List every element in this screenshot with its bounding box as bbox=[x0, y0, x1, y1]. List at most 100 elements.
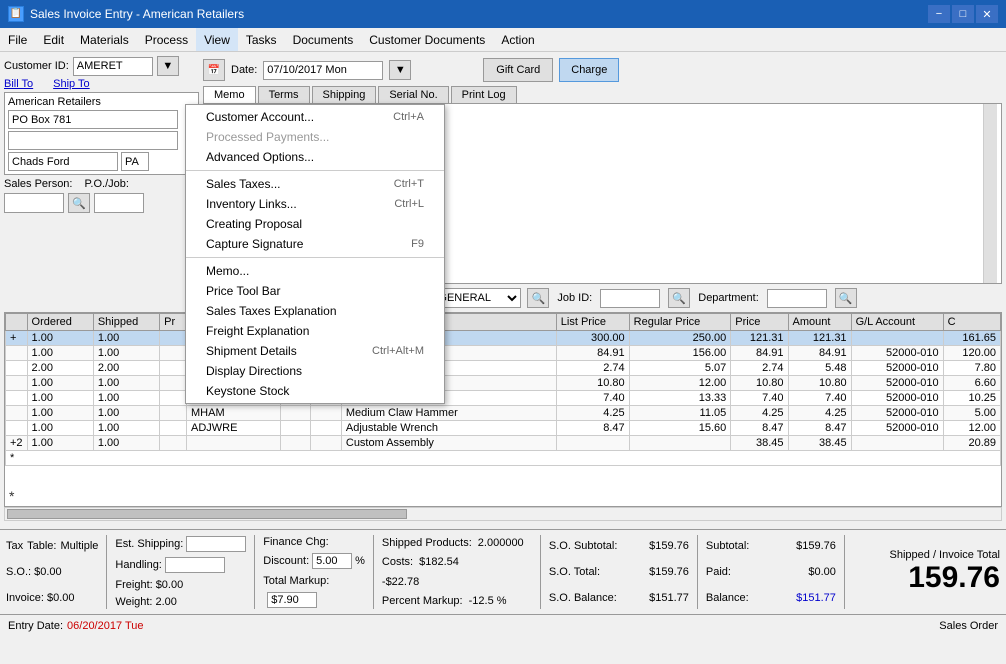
handling-input[interactable] bbox=[165, 557, 225, 573]
status-bar: Entry Date: 06/20/2017 Tue Sales Order bbox=[0, 614, 1006, 636]
menu-sales-taxes[interactable]: Sales Taxes... Ctrl+T bbox=[186, 174, 444, 194]
menu-customer-account[interactable]: Customer Account... Ctrl+A bbox=[186, 107, 444, 127]
table-cell bbox=[311, 436, 341, 451]
city-input[interactable] bbox=[8, 152, 118, 171]
department-input[interactable] bbox=[767, 289, 827, 308]
table-row[interactable]: 1.001.00LEVEL32.002.003' Level7.4013.337… bbox=[6, 391, 1001, 406]
menu-edit[interactable]: Edit bbox=[35, 28, 72, 51]
table-cell bbox=[160, 406, 187, 421]
menu-freight-explanation[interactable]: Freight Explanation bbox=[186, 321, 444, 341]
table-cell: 2.74 bbox=[731, 361, 788, 376]
menu-price-tool-bar[interactable]: Price Tool Bar bbox=[186, 281, 444, 301]
menu-action[interactable]: Action bbox=[493, 28, 542, 51]
main-content: Customer ID: ▼ Bill To Ship To American … bbox=[0, 52, 1006, 636]
col-amount[interactable]: Amount bbox=[788, 314, 851, 331]
department-lookup-button[interactable]: 🔍 bbox=[835, 288, 857, 308]
po-input[interactable] bbox=[94, 193, 144, 213]
bill-to-label[interactable]: Bill To bbox=[4, 78, 33, 90]
menu-materials[interactable]: Materials bbox=[72, 28, 137, 51]
table-cell: 1.00 bbox=[27, 376, 93, 391]
table-cell: ADJWRE bbox=[187, 421, 281, 436]
scrollbar-thumb[interactable] bbox=[7, 509, 407, 519]
tab-shipping[interactable]: Shipping bbox=[312, 86, 377, 103]
menu-file[interactable]: File bbox=[0, 28, 35, 51]
close-button[interactable]: ✕ bbox=[976, 5, 998, 23]
table-cell: 52000-010 bbox=[851, 361, 943, 376]
date-picker-button[interactable]: ▼ bbox=[389, 60, 411, 80]
col-c[interactable]: C bbox=[943, 314, 1000, 331]
sales-person-lookup-button[interactable]: 🔍 bbox=[68, 193, 90, 213]
menu-memo[interactable]: Memo... bbox=[186, 261, 444, 281]
col-pr[interactable]: Pr bbox=[160, 314, 187, 331]
table-cell: 6.60 bbox=[943, 376, 1000, 391]
table-row[interactable]: +1.001.00TOOL...r & complete set300.0025… bbox=[6, 331, 1001, 346]
job-id-lookup-button[interactable]: 🔍 bbox=[668, 288, 690, 308]
tab-print-log[interactable]: Print Log bbox=[451, 86, 517, 103]
scrollbar-track[interactable] bbox=[983, 104, 997, 283]
percent-markup-value: -12.5 % bbox=[469, 595, 507, 607]
customer-id-input[interactable] bbox=[73, 57, 153, 76]
table-cell: 4.25 bbox=[731, 406, 788, 421]
minimize-button[interactable]: − bbox=[928, 5, 950, 23]
tab-memo[interactable]: Memo bbox=[203, 86, 256, 103]
table-row[interactable]: +21.001.00Custom Assembly38.4538.4520.89 bbox=[6, 436, 1001, 451]
col-regular-price[interactable]: Regular Price bbox=[629, 314, 731, 331]
table-cell bbox=[281, 421, 311, 436]
menu-view[interactable]: View bbox=[196, 28, 238, 51]
menu-advanced-options[interactable]: Advanced Options... bbox=[186, 147, 444, 167]
menu-display-directions[interactable]: Display Directions bbox=[186, 361, 444, 381]
address2-input[interactable] bbox=[8, 131, 178, 150]
date-input[interactable] bbox=[263, 61, 383, 80]
finance-chg-input[interactable] bbox=[267, 592, 317, 608]
table-row[interactable]: 1.001.00ADJWREAdjustable Wrench8.4715.60… bbox=[6, 421, 1001, 436]
table-cell: 1.00 bbox=[93, 421, 159, 436]
calendar-icon[interactable]: 📅 bbox=[203, 59, 225, 81]
menu-process[interactable]: Process bbox=[137, 28, 196, 51]
menu-sales-taxes-explanation[interactable]: Sales Taxes Explanation bbox=[186, 301, 444, 321]
table-row[interactable]: 1.001.00TBM/...x84.91156.0084.9184.91520… bbox=[6, 346, 1001, 361]
table-cell bbox=[187, 436, 281, 451]
table-row[interactable]: 1.001.00MHAMMedium Claw Hammer4.2511.054… bbox=[6, 406, 1001, 421]
warehouse-lookup-button[interactable]: 🔍 bbox=[527, 288, 549, 308]
window-controls: − □ ✕ bbox=[928, 5, 998, 23]
col-list-price[interactable]: List Price bbox=[556, 314, 629, 331]
address1-input[interactable] bbox=[8, 110, 178, 129]
menu-creating-proposal[interactable]: Creating Proposal bbox=[186, 214, 444, 234]
discount-label: Discount: bbox=[263, 555, 309, 567]
job-id-input[interactable] bbox=[600, 289, 660, 308]
table-cell: 7.80 bbox=[943, 361, 1000, 376]
maximize-button[interactable]: □ bbox=[952, 5, 974, 23]
ship-to-label[interactable]: Ship To bbox=[53, 78, 90, 90]
invoice-table-wrapper[interactable]: Ordered Shipped Pr Item Description List… bbox=[4, 312, 1002, 507]
table-cell bbox=[311, 406, 341, 421]
menu-customer-documents[interactable]: Customer Documents bbox=[361, 28, 493, 51]
est-shipping-input[interactable] bbox=[186, 536, 246, 552]
menu-documents[interactable]: Documents bbox=[285, 28, 362, 51]
tab-terms[interactable]: Terms bbox=[258, 86, 310, 103]
charge-button[interactable]: Charge bbox=[559, 58, 619, 82]
discount-percent: % bbox=[355, 555, 365, 567]
customer-lookup-button[interactable]: ▼ bbox=[157, 56, 179, 76]
sales-person-input[interactable] bbox=[4, 193, 64, 213]
gift-card-button[interactable]: Gift Card bbox=[483, 58, 553, 82]
table-cell: 7.40 bbox=[788, 391, 851, 406]
col-gl-account[interactable]: G/L Account bbox=[851, 314, 943, 331]
tab-serial-no[interactable]: Serial No. bbox=[378, 86, 448, 103]
col-price[interactable]: Price bbox=[731, 314, 788, 331]
table-new-row[interactable]: * bbox=[6, 451, 1001, 466]
col-ordered[interactable]: Ordered bbox=[27, 314, 93, 331]
table-cell bbox=[160, 436, 187, 451]
col-shipped[interactable]: Shipped bbox=[93, 314, 159, 331]
state-input[interactable] bbox=[121, 152, 149, 171]
separator-1 bbox=[186, 170, 444, 171]
menu-keystone-stock[interactable]: Keystone Stock bbox=[186, 381, 444, 401]
table-row[interactable]: 1.001.00NEEF...Needle Nose Pliers10.8012… bbox=[6, 376, 1001, 391]
menu-tasks[interactable]: Tasks bbox=[238, 28, 285, 51]
table-cell: 120.00 bbox=[943, 346, 1000, 361]
menu-capture-signature[interactable]: Capture Signature F9 bbox=[186, 234, 444, 254]
discount-input[interactable] bbox=[312, 553, 352, 569]
menu-inventory-links[interactable]: Inventory Links... Ctrl+L bbox=[186, 194, 444, 214]
menu-shipment-details[interactable]: Shipment Details Ctrl+Alt+M bbox=[186, 341, 444, 361]
horizontal-scrollbar[interactable] bbox=[4, 507, 1002, 521]
table-row[interactable]: 2.002.00PHIS...wdriver2.745.072.745.4852… bbox=[6, 361, 1001, 376]
